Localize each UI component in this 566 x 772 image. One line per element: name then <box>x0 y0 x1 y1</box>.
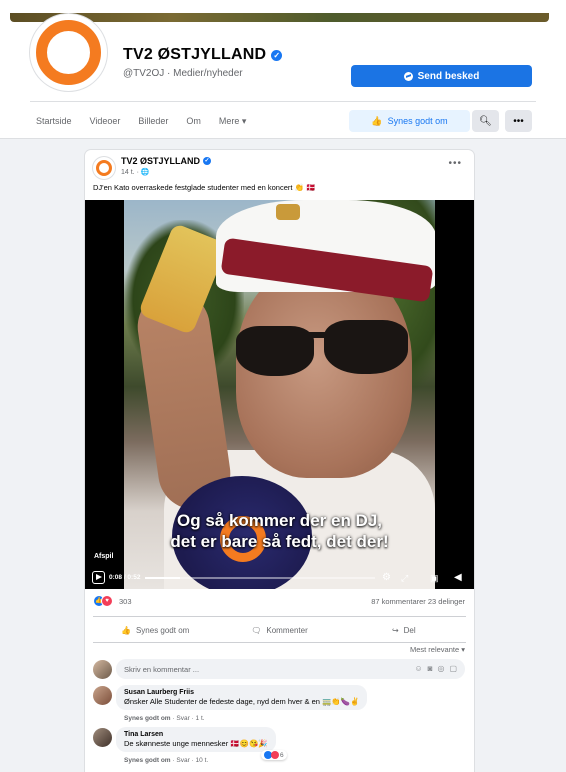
love-reaction-icon: ♥ <box>102 596 112 606</box>
comment-text: De skønneste unge mennesker 🇩🇰😊😘🎉 <box>124 739 268 748</box>
camera-icon[interactable]: ◙ <box>428 664 433 673</box>
post-author: TV2 ØSTJYLLAND ✓ <box>121 156 212 166</box>
verified-badge-icon: ✓ <box>203 157 212 165</box>
settings-gear-icon[interactable]: ⚙ <box>382 571 391 585</box>
video-scene-glasses-left <box>236 326 314 376</box>
header-divider <box>30 101 536 102</box>
video-scene-glasses-right <box>324 320 408 374</box>
comment-input[interactable]: Skriv en kommentar ... ☺ ◙ ◎ ▢ <box>116 659 465 679</box>
send-message-button[interactable]: Send besked <box>351 65 532 87</box>
composer-tools: ☺ ◙ ◎ ▢ <box>414 664 457 673</box>
current-user-avatar[interactable] <box>93 660 112 679</box>
fullscreen-expand-icon[interactable]: ⤢ <box>401 571 408 585</box>
video-player[interactable]: Og så kommer der en DJ, det er bare så f… <box>85 200 474 589</box>
tab-startside[interactable]: Startside <box>36 112 72 130</box>
search-icon: 🔍︎ <box>479 115 492 127</box>
comment-like-link[interactable]: Synes godt om <box>124 757 171 764</box>
more-dots-icon: ••• <box>513 115 524 127</box>
comment-bubble-icon: 🗨 <box>251 625 262 635</box>
post-card: TV2 ØSTJYLLAND ✓ 14 t. · 🌐 ••• DJ'en Kat… <box>85 150 474 772</box>
comment-meta: Synes godt om · Svar · 1 t. <box>124 715 205 722</box>
thumbs-up-icon: 👍 <box>371 115 383 126</box>
page-avatar[interactable] <box>30 14 107 91</box>
send-message-label: Send besked <box>417 70 480 82</box>
video-scene-cap-badge <box>276 204 300 220</box>
comment-like-link[interactable]: Synes godt om <box>124 715 171 722</box>
comment-reply-link[interactable]: Svar <box>176 757 189 764</box>
post-actions: 👍 Synes godt om 🗨 Kommenter ↪ Del <box>93 618 466 642</box>
volume-icon[interactable]: ◀ <box>454 571 462 585</box>
video-progress-fill <box>145 577 180 579</box>
share-button[interactable]: ↪ Del <box>342 618 466 642</box>
page-header: TV2 ØSTJYLLAND ✓ @TV2OJ · Medier/nyheder… <box>0 0 566 139</box>
tab-videoer[interactable]: Videoer <box>90 112 121 130</box>
post-author-name[interactable]: TV2 ØSTJYLLAND <box>121 156 200 166</box>
commenter-avatar[interactable] <box>93 686 112 705</box>
comment-reactions[interactable]: 6 <box>261 750 287 760</box>
comment-bubble: Tina Larsen De skønneste unge mennesker … <box>116 727 276 752</box>
video-subtitle-line-1: Og så kommer der en DJ, <box>176 511 383 530</box>
share-arrow-icon: ↪ <box>391 625 399 635</box>
love-reaction-icon <box>271 751 279 759</box>
video-time: 0:08 / 0:52 <box>109 574 141 581</box>
tv2-logo-icon <box>96 160 112 176</box>
more-options-button[interactable]: ••• <box>505 110 532 132</box>
like-button[interactable]: 👍 Synes godt om <box>93 618 217 642</box>
video-scene-glasses-bridge <box>308 332 330 338</box>
search-page-button[interactable]: 🔍︎ <box>472 110 499 132</box>
reaction-count[interactable]: 303 <box>119 597 132 606</box>
comment-input-placeholder: Skriv en kommentar ... <box>124 664 200 674</box>
like-button-label: Synes godt om <box>135 625 190 635</box>
page-handle-category: @TV2OJ · Medier/nyheder <box>123 68 243 79</box>
comment-bubble: Susan Laurberg Friis Ønsker Alle Student… <box>116 685 368 710</box>
like-page-button[interactable]: 👍 Synes godt om <box>349 110 470 132</box>
picture-in-picture-icon[interactable]: ▣ <box>430 571 439 585</box>
comment-text: Ønsker Alle Studenter de fedeste dage, n… <box>124 697 360 706</box>
tab-om[interactable]: Om <box>186 112 201 130</box>
sticker-icon[interactable]: ▢ <box>449 664 457 673</box>
like-page-label: Synes godt om <box>387 116 448 126</box>
video-subtitle-line-2: det er bare så fedt, det der! <box>170 532 389 551</box>
post-stats: 👍 ♥ 303 87 kommentarer 23 delinger <box>85 594 474 610</box>
divider <box>93 642 466 643</box>
gif-icon[interactable]: ◎ <box>437 664 444 673</box>
share-button-label: Del <box>403 625 416 635</box>
comment-reply-link[interactable]: Svar <box>176 715 189 722</box>
verified-badge-icon: ✓ <box>271 49 283 61</box>
comment-time[interactable]: 1 t. <box>196 715 205 722</box>
post-text: DJ'en Kato overraskede festglade student… <box>93 183 316 192</box>
commenter-name[interactable]: Tina Larsen <box>124 731 268 738</box>
comments-shares-count[interactable]: 87 kommentarer 23 delinger <box>371 597 465 606</box>
commenter-name[interactable]: Susan Laurberg Friis <box>124 689 359 696</box>
comment-button[interactable]: 🗨 Kommenter <box>217 618 341 642</box>
tab-mere[interactable]: Mere ▾ <box>219 112 247 131</box>
play-icon[interactable] <box>92 571 105 584</box>
comment-sort-dropdown[interactable]: Mest relevante ▾ <box>410 645 465 654</box>
post-options-icon[interactable]: ••• <box>448 158 462 169</box>
post-author-avatar[interactable] <box>93 157 115 179</box>
messenger-icon <box>403 71 413 81</box>
video-progress-bar[interactable] <box>145 577 375 579</box>
comment-time[interactable]: 10 t. <box>196 757 209 764</box>
comment-reaction-count: 6 <box>280 751 284 759</box>
comment-meta: Synes godt om · Svar · 10 t. <box>124 757 209 764</box>
thumbs-up-outline-icon: 👍 <box>120 625 131 635</box>
divider <box>93 616 466 617</box>
post-timestamp[interactable]: 14 t. · 🌐 <box>121 168 150 176</box>
emoji-icon[interactable]: ☺ <box>414 664 422 673</box>
tab-billeder[interactable]: Billeder <box>138 112 168 130</box>
page-tabs: Startside Videoer Billeder Om Mere ▾ <box>36 111 246 131</box>
page-name-text[interactable]: TV2 ØSTJYLLAND <box>123 46 266 64</box>
comment-button-label: Kommenter <box>266 625 308 635</box>
play-hint-label: Afspil <box>94 553 114 560</box>
tv2-logo-icon <box>36 20 101 85</box>
page-title: TV2 ØSTJYLLAND ✓ <box>123 46 283 64</box>
video-controls: 0:08 / 0:52 ⚙ ⤢ ▣ ◀ <box>85 569 474 589</box>
commenter-avatar[interactable] <box>93 728 112 747</box>
